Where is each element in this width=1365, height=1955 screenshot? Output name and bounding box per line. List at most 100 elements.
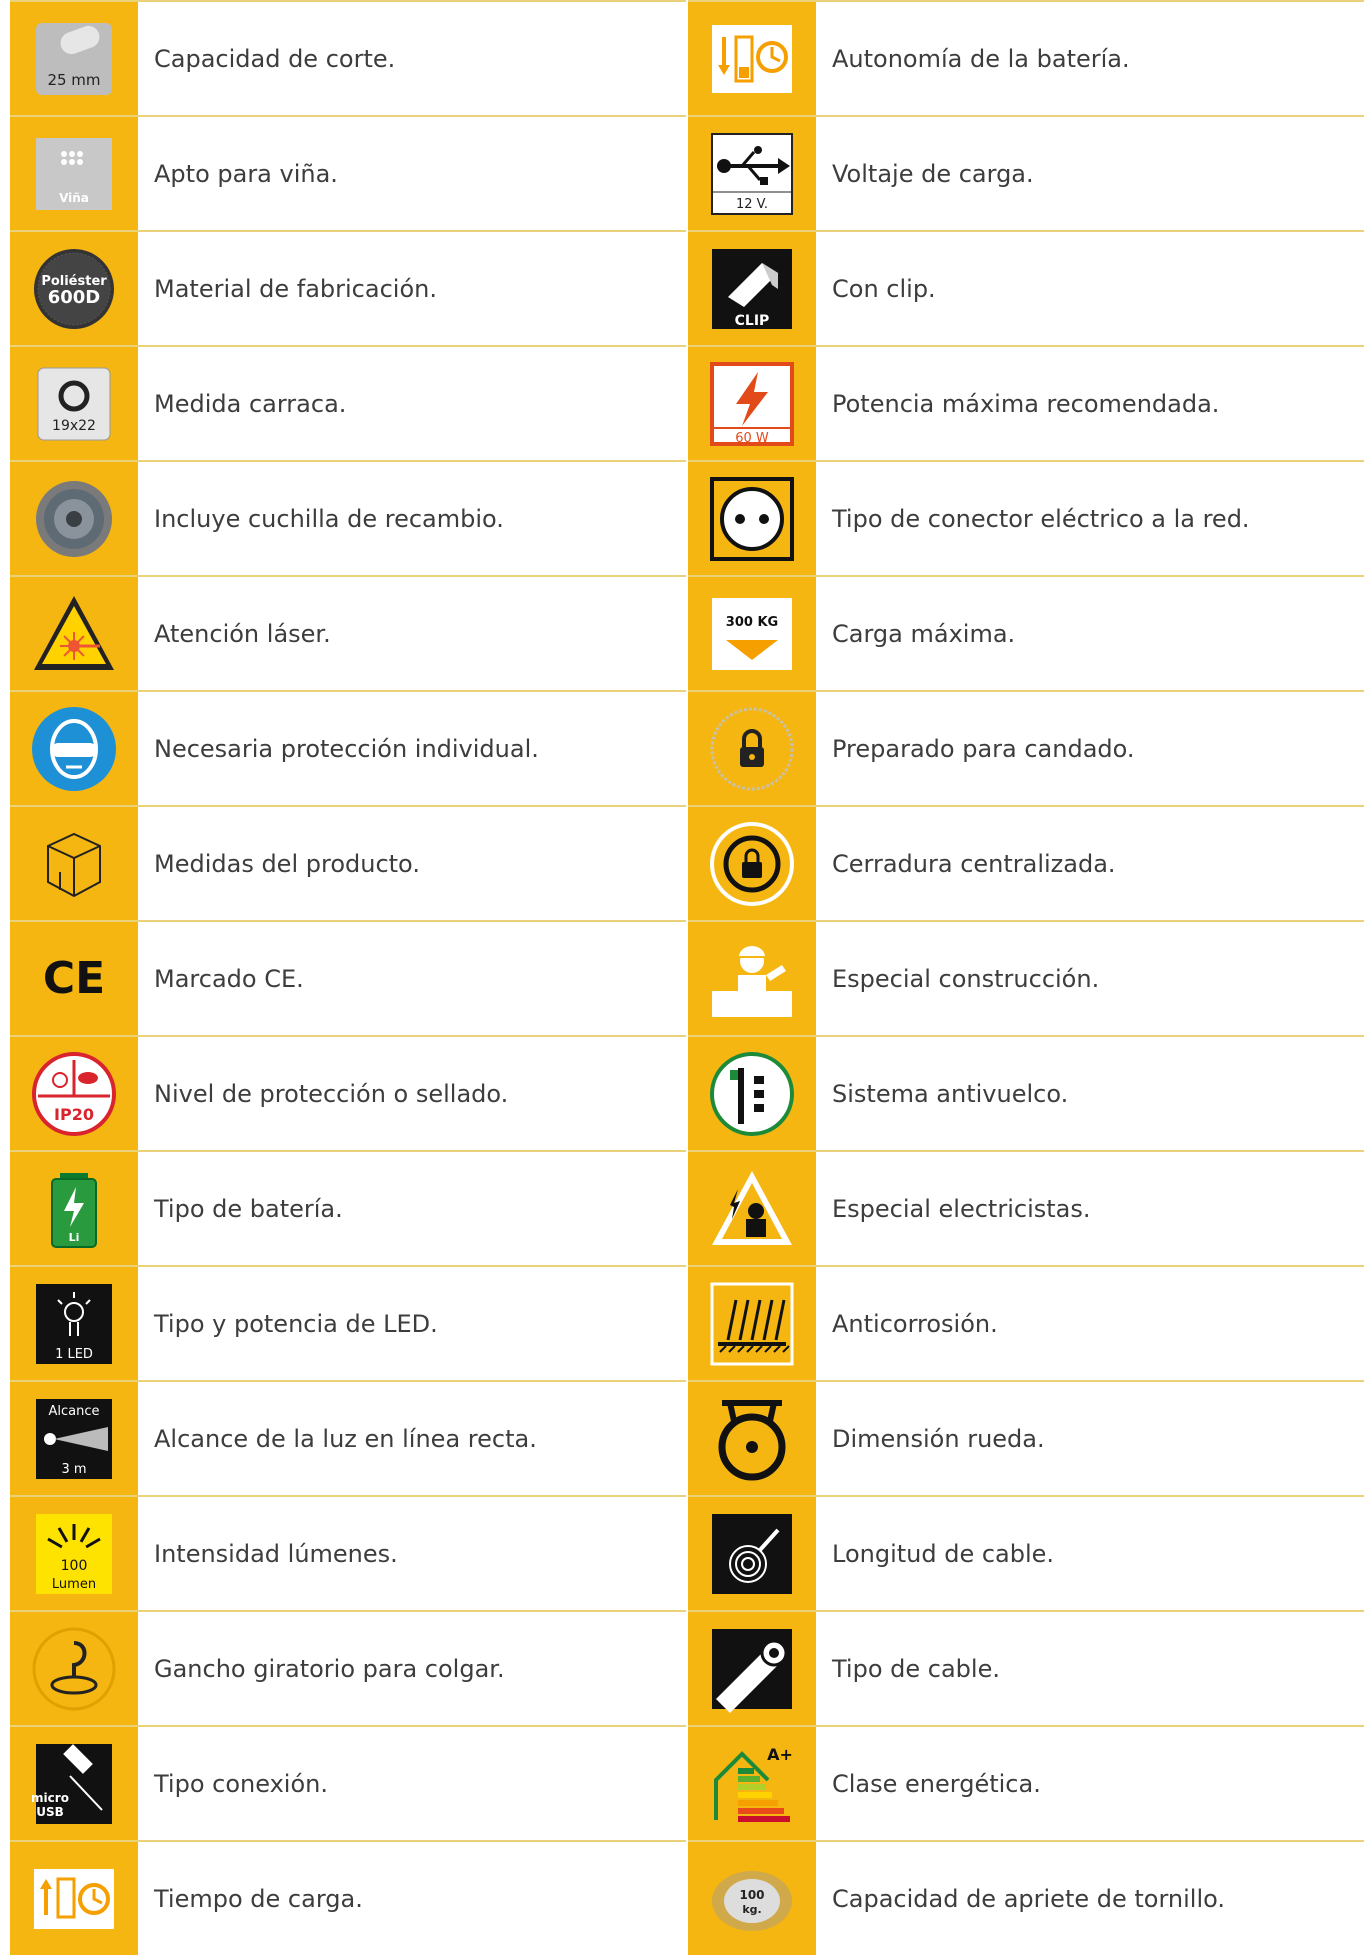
legend-row: 25 mm Capacidad de corte. — [10, 0, 686, 115]
legend-label: Medidas del producto. — [154, 849, 420, 878]
max-load-icon: 300 KG — [708, 590, 796, 678]
energy-class-icon: A+ — [708, 1740, 796, 1828]
legend-row: 100 Lumen Intensidad lúmenes. — [10, 1495, 686, 1610]
legend-label: Voltaje de carga. — [832, 159, 1034, 188]
svg-text:kg.: kg. — [742, 1903, 761, 1916]
icon-cell: 100 kg. — [688, 1842, 816, 1955]
max-power-icon: 60 W — [708, 360, 796, 448]
legend-row: Medidas del producto. — [10, 805, 686, 920]
legend-row: 19x22 Medida carraca. — [10, 345, 686, 460]
icon-cell — [688, 692, 816, 805]
padlock-icon — [708, 705, 796, 793]
icon-cell — [10, 462, 138, 575]
clip-icon: CLIP — [708, 245, 796, 333]
legend-label: Capacidad de corte. — [154, 44, 396, 73]
icon-legend: 25 mm Capacidad de corte. Viña Apto para vi… — [0, 0, 1365, 1955]
icon-cell — [688, 922, 816, 1035]
legend-label: Material de fabricación. — [154, 274, 437, 303]
icon-cell: A+ — [688, 1727, 816, 1840]
construction-worker-icon — [708, 935, 796, 1023]
icon-cell — [10, 577, 138, 690]
ip-rating-icon: IP20 — [30, 1050, 118, 1138]
legend-row: Especial construcción. — [688, 920, 1364, 1035]
legend-label: Clase energética. — [832, 1769, 1041, 1798]
svg-text:1 LED: 1 LED — [55, 1347, 93, 1362]
legend-row: Necesaria protección individual. — [10, 690, 686, 805]
power-socket-icon — [708, 475, 796, 563]
icon-cell — [688, 1152, 816, 1265]
svg-text:IP20: IP20 — [54, 1105, 94, 1124]
legend-row: 60 W Potencia máxima recomendada. — [688, 345, 1364, 460]
legend-row: 300 KG Carga máxima. — [688, 575, 1364, 690]
svg-text:12 V.: 12 V. — [736, 197, 768, 212]
legend-row: 1 LED Tipo y potencia de LED. — [10, 1265, 686, 1380]
light-range-icon: Alcance 3 m — [30, 1395, 118, 1483]
legend-row: Preparado para candado. — [688, 690, 1364, 805]
icon-cell: Viña — [10, 117, 138, 230]
legend-label: Tipo de conector eléctrico a la red. — [832, 504, 1250, 533]
svg-text:60 W: 60 W — [735, 431, 769, 446]
legend-label: Dimensión rueda. — [832, 1424, 1045, 1453]
battery-type-icon: Li — [30, 1165, 118, 1253]
legend-row: CLIP Con clip. — [688, 230, 1364, 345]
icon-cell: 25 mm — [10, 2, 138, 115]
svg-text:USB: USB — [36, 1805, 64, 1819]
led-icon: 1 LED — [30, 1280, 118, 1368]
legend-column-left: 25 mm Capacidad de corte. Viña Apto para vi… — [10, 0, 686, 1955]
legend-label: Alcance de la luz en línea recta. — [154, 1424, 537, 1453]
spare-blade-icon — [30, 475, 118, 563]
legend-label: Gancho giratorio para colgar. — [154, 1654, 505, 1683]
product-dimensions-icon — [30, 820, 118, 908]
icon-cell — [688, 1382, 816, 1495]
legend-label: Medida carraca. — [154, 389, 347, 418]
legend-label: Nivel de protección o sellado. — [154, 1079, 509, 1108]
eye-protection-icon — [30, 705, 118, 793]
legend-row: Tipo de conector eléctrico a la red. — [688, 460, 1364, 575]
icon-cell: Alcance 3 m — [10, 1382, 138, 1495]
cable-length-icon — [708, 1510, 796, 1598]
legend-label: Capacidad de apriete de tornillo. — [832, 1884, 1226, 1913]
legend-label: Necesaria protección individual. — [154, 734, 539, 763]
svg-text:micro: micro — [31, 1791, 69, 1805]
screw-tightening-icon: 100 kg. — [708, 1855, 796, 1943]
legend-row: Autonomía de la batería. — [688, 0, 1364, 115]
icon-cell — [688, 1267, 816, 1380]
svg-text:CE: CE — [43, 953, 105, 1004]
legend-label: Potencia máxima recomendada. — [832, 389, 1220, 418]
icon-cell: IP20 — [10, 1037, 138, 1150]
legend-row: 12 V. Voltaje de carga. — [688, 115, 1364, 230]
electrician-icon — [708, 1165, 796, 1253]
svg-text:Alcance: Alcance — [48, 1404, 99, 1419]
legend-label: Atención láser. — [154, 619, 331, 648]
icon-cell — [688, 1612, 816, 1725]
icon-cell — [688, 462, 816, 575]
svg-text:25 mm: 25 mm — [47, 71, 100, 89]
legend-label: Tipo conexión. — [154, 1769, 328, 1798]
legend-row: Li Tipo de batería. — [10, 1150, 686, 1265]
icon-cell — [10, 1612, 138, 1725]
svg-text:Lumen: Lumen — [52, 1577, 96, 1592]
icon-cell: CE — [10, 922, 138, 1035]
legend-row: Atención láser. — [10, 575, 686, 690]
icon-cell: Poliéster 600D — [10, 232, 138, 345]
legend-label: Preparado para candado. — [832, 734, 1135, 763]
cable-type-icon — [708, 1625, 796, 1713]
legend-label: Tipo de batería. — [154, 1194, 343, 1223]
icon-cell — [688, 1497, 816, 1610]
svg-text:600D: 600D — [48, 287, 101, 308]
legend-row: micro USB Tipo conexión. — [10, 1725, 686, 1840]
icon-cell: 1 LED — [10, 1267, 138, 1380]
icon-cell: Li — [10, 1152, 138, 1265]
legend-row: Incluye cuchilla de recambio. — [10, 460, 686, 575]
legend-label: Tipo y potencia de LED. — [154, 1309, 438, 1338]
legend-label: Tipo de cable. — [832, 1654, 1000, 1683]
legend-row: Anticorrosión. — [688, 1265, 1364, 1380]
central-lock-icon — [708, 820, 796, 908]
wheel-icon — [708, 1395, 796, 1483]
legend-row: Gancho giratorio para colgar. — [10, 1610, 686, 1725]
svg-text:Li: Li — [69, 1231, 80, 1244]
legend-label: Especial electricistas. — [832, 1194, 1091, 1223]
battery-autonomy-icon — [708, 15, 796, 103]
legend-label: Especial construcción. — [832, 964, 1100, 993]
legend-row: Dimensión rueda. — [688, 1380, 1364, 1495]
